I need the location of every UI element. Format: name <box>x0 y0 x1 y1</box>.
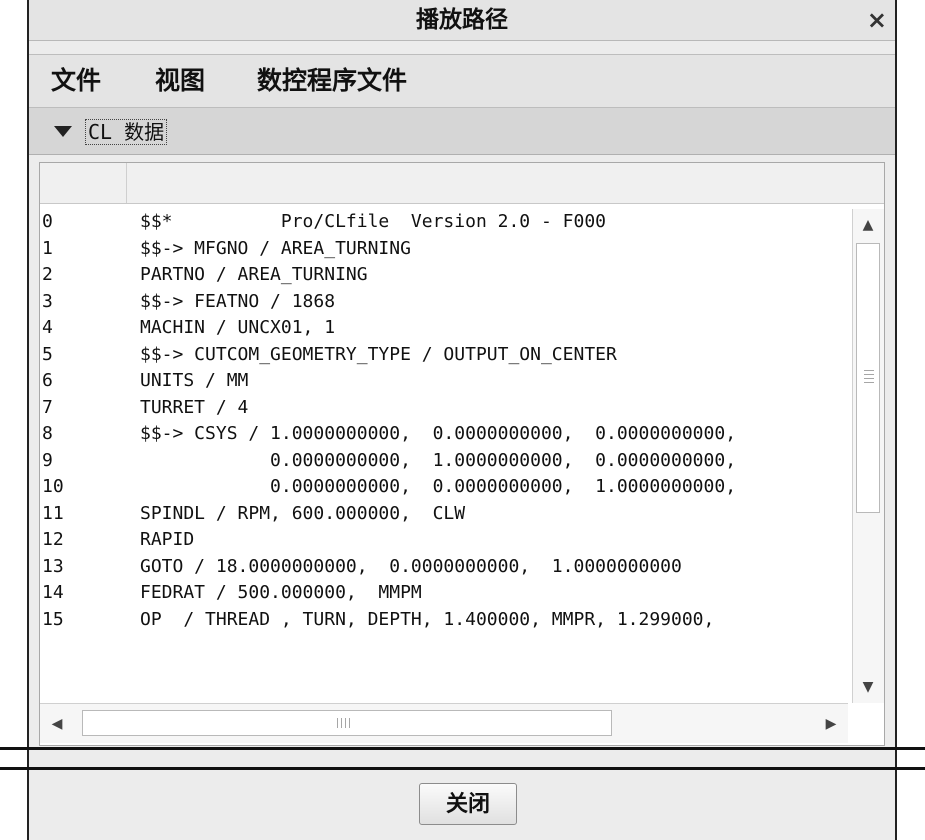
title-bar: 播放路径 × <box>29 0 895 41</box>
row-text: $$-> CSYS / 1.0000000000, 0.0000000000, … <box>140 423 737 444</box>
column-divider[interactable] <box>126 163 127 203</box>
row-text: 0.0000000000, 1.0000000000, 0.0000000000… <box>140 449 737 471</box>
row-text: 0.0000000000, 0.0000000000, 1.0000000000… <box>140 476 737 497</box>
row-number: 6 <box>42 370 53 391</box>
row-text: UNITS / MM <box>140 370 249 391</box>
row-number: 14 <box>42 582 64 603</box>
row-text: PARTNO / AREA_TURNING <box>140 264 368 285</box>
menu-nc-program-file[interactable]: 数控程序文件 <box>257 55 407 107</box>
menu-bar: 文件 视图 数控程序文件 <box>29 54 895 108</box>
triangle-down-icon[interactable] <box>54 126 72 137</box>
table-row[interactable]: 2 PARTNO / AREA_TURNING <box>40 262 848 289</box>
grip-line <box>864 382 874 383</box>
row-text: MACHIN / UNCX01, 1 <box>140 317 336 338</box>
table-row[interactable]: 9 0.0000000000, 1.0000000000, 0.00000000… <box>40 448 848 475</box>
row-number: 4 <box>42 317 53 338</box>
row-text: GOTO / 18.0000000000, 0.0000000000, 1.00… <box>140 555 682 577</box>
table-row[interactable]: 3 $$-> FEATNO / 1868 <box>40 289 848 316</box>
row-number: 0 <box>42 211 53 232</box>
grip-line <box>864 370 874 371</box>
cl-data-table: 0 $$* Pro/CLfile Version 2.0 - F000 1 $$-> … <box>39 162 885 746</box>
row-text: TURRET / 4 <box>140 396 249 418</box>
menu-file[interactable]: 文件 <box>51 55 101 107</box>
row-number: 13 <box>42 555 64 577</box>
grip-line <box>864 374 874 375</box>
grip-line <box>864 378 874 379</box>
row-number: 15 <box>42 608 64 630</box>
scroll-down-icon[interactable]: ▼ <box>853 673 883 701</box>
row-text: RAPID <box>140 529 195 550</box>
scroll-up-icon[interactable]: ▲ <box>853 211 883 239</box>
table-row[interactable]: 15 OP / THREAD , TURN, DEPTH, 1.400000, M… <box>40 607 848 634</box>
row-number: 9 <box>42 449 53 471</box>
row-number: 12 <box>42 529 64 550</box>
row-text: OP / THREAD , TURN, DEPTH, 1.400000, MMP… <box>140 608 715 630</box>
vertical-scrollbar[interactable]: ▲ ▼ <box>852 209 884 703</box>
dialog-footer: 关闭 <box>27 770 897 840</box>
table-row[interactable]: 7 TURRET / 4 <box>40 395 848 422</box>
grip-line <box>341 718 342 728</box>
table-row[interactable]: 12 RAPID <box>40 527 848 554</box>
row-number: 2 <box>42 264 53 285</box>
close-button[interactable]: 关闭 <box>419 783 517 825</box>
row-text: $$-> MFGNO / AREA_TURNING <box>140 237 411 259</box>
table-row[interactable]: 5 $$-> CUTCOM_GEOMETRY_TYPE / OUTPUT_ON_C… <box>40 342 848 369</box>
grip-line <box>345 718 346 728</box>
horizontal-scrollbar[interactable]: ◀ ▶ <box>40 703 848 743</box>
table-row[interactable]: 0 $$* Pro/CLfile Version 2.0 - F000 <box>40 209 848 236</box>
close-icon[interactable]: × <box>867 0 887 40</box>
separator-line <box>0 747 925 750</box>
table-row[interactable]: 11 SPINDL / RPM, 600.000000, CLW <box>40 501 848 528</box>
table-row[interactable]: 10 0.0000000000, 0.0000000000, 1.0000000… <box>40 474 848 501</box>
table-row[interactable]: 1 $$-> MFGNO / AREA_TURNING <box>40 236 848 263</box>
grip-line <box>349 718 350 728</box>
table-row[interactable]: 8 $$-> CSYS / 1.0000000000, 0.0000000000,… <box>40 421 848 448</box>
row-number: 5 <box>42 343 53 365</box>
row-number: 10 <box>42 476 64 497</box>
row-number: 8 <box>42 423 53 444</box>
row-number: 3 <box>42 290 53 312</box>
table-header <box>40 163 884 204</box>
row-text: $$-> FEATNO / 1868 <box>140 290 336 312</box>
row-number: 11 <box>42 502 64 524</box>
section-label: CL 数据 <box>85 119 168 145</box>
play-path-dialog: 播放路径 × 文件 视图 数控程序文件 CL 数据 0 $$* Pro/CLfil… <box>27 0 897 840</box>
row-number: 7 <box>42 396 53 418</box>
row-number: 1 <box>42 237 53 259</box>
scroll-right-icon[interactable]: ▶ <box>816 710 846 738</box>
dialog-title: 播放路径 <box>416 7 508 33</box>
table-row[interactable]: 6 UNITS / MM <box>40 368 848 395</box>
cl-data-rows: 0 $$* Pro/CLfile Version 2.0 - F000 1 $$-> … <box>40 209 848 703</box>
vertical-scroll-thumb[interactable] <box>856 243 880 513</box>
row-text: FEDRAT / 500.000000, MMPM <box>140 582 422 603</box>
table-row[interactable]: 14 FEDRAT / 500.000000, MMPM <box>40 580 848 607</box>
horizontal-scroll-thumb[interactable] <box>82 710 612 736</box>
row-text: $$-> CUTCOM_GEOMETRY_TYPE / OUTPUT_ON_CE… <box>140 343 617 365</box>
scroll-left-icon[interactable]: ◀ <box>42 710 72 738</box>
menu-view[interactable]: 视图 <box>155 55 205 107</box>
table-row[interactable]: 13 GOTO / 18.0000000000, 0.0000000000, 1.… <box>40 554 848 581</box>
row-text: $$* Pro/CLfile Version 2.0 - F000 <box>140 211 606 232</box>
row-text: SPINDL / RPM, 600.000000, CLW <box>140 502 466 524</box>
grip-line <box>337 718 338 728</box>
table-row[interactable]: 4 MACHIN / UNCX01, 1 <box>40 315 848 342</box>
cl-data-section-header[interactable]: CL 数据 <box>29 108 895 155</box>
